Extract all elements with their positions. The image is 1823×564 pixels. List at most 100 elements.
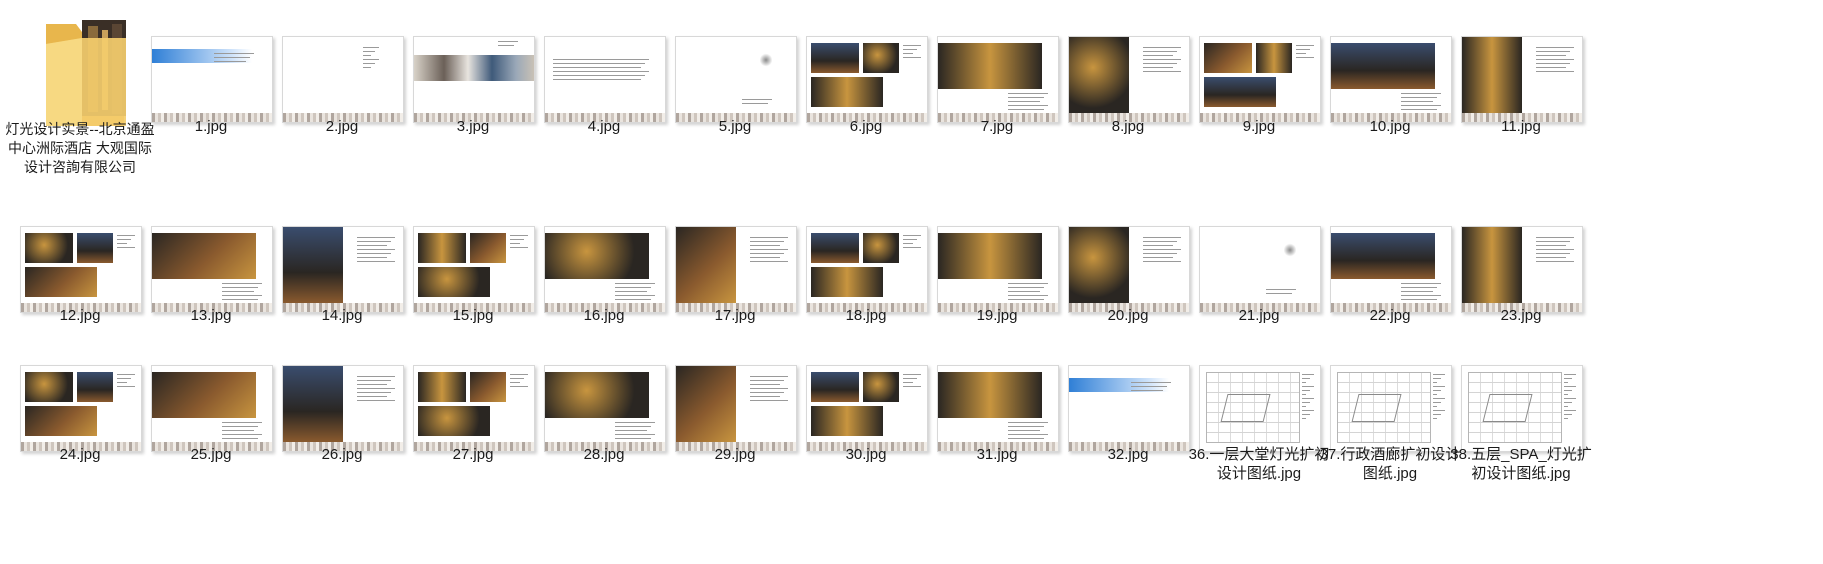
- thumbnail-text-line: [615, 426, 651, 427]
- thumbnail-text-line: [1433, 402, 1441, 403]
- thumbnail-text-line: [1302, 386, 1314, 387]
- thumbnail-text-line: [1564, 374, 1576, 375]
- thumbnail-text-line: [1564, 398, 1576, 399]
- file-name: 36.一层大堂灯光扩初设计图纸.jpg: [1188, 446, 1330, 482]
- thumbnail-text-line: [1564, 394, 1568, 395]
- file-tile[interactable]: 37.行政酒廊扩初设计图纸.jpg: [1314, 0, 1466, 564]
- thumbnail-text-line: [1131, 382, 1171, 383]
- thumbnail-text-line: [1008, 434, 1048, 435]
- file-tile[interactable]: 38.五层_SPA_灯光扩初设计图纸.jpg: [1445, 0, 1597, 564]
- file-tile[interactable]: 24.jpg: [4, 0, 156, 564]
- thumbnail-text-line: [1433, 398, 1445, 399]
- thumbnail-text-line: [1302, 374, 1314, 375]
- thumbnail-text-line: [1564, 402, 1572, 403]
- thumbnail-text-line: [510, 374, 528, 375]
- thumbnail-text-line: [615, 430, 647, 431]
- file-name: 27.jpg: [452, 446, 494, 463]
- file-tile[interactable]: 25.jpg: [135, 0, 287, 564]
- file-thumbnail: [1461, 365, 1583, 452]
- thumbnail-text-line: [117, 382, 127, 383]
- thumbnail-text-line: [1564, 378, 1572, 379]
- thumbnail-text-line: [1564, 382, 1568, 383]
- thumbnail-text-line: [1433, 374, 1445, 375]
- thumbnail-text-line: [1302, 390, 1310, 391]
- thumbnail-photo: [938, 372, 1042, 418]
- thumbnail-photo: [152, 372, 256, 418]
- file-thumbnail: [937, 365, 1059, 452]
- thumbnail-text-line: [1302, 382, 1306, 383]
- thumbnail-text-line: [1302, 378, 1310, 379]
- file-name: 31.jpg: [976, 446, 1018, 463]
- thumbnail-text-line: [750, 400, 788, 401]
- thumbnail-text-line: [750, 380, 784, 381]
- thumbnail-text-line: [357, 376, 395, 377]
- thumbnail-text-line: [222, 426, 258, 427]
- thumbnail-text-line: [750, 384, 780, 385]
- thumbnail-text-line: [750, 392, 784, 393]
- thumbnail-text-line: [357, 392, 391, 393]
- file-thumbnail: [1330, 365, 1452, 452]
- thumbnail-text-line: [222, 422, 262, 423]
- file-tile[interactable]: 29.jpg: [659, 0, 811, 564]
- thumbnail-text-line: [615, 438, 651, 439]
- thumbnail-text-line: [117, 374, 135, 375]
- file-name: 30.jpg: [845, 446, 887, 463]
- thumbnail-text-line: [1564, 386, 1576, 387]
- thumbnail-photo: [283, 366, 343, 442]
- file-tile[interactable]: 28.jpg: [528, 0, 680, 564]
- thumbnail-text-line: [117, 378, 131, 379]
- thumbnail-photo: [811, 372, 859, 402]
- thumbnail-text-line: [357, 384, 387, 385]
- thumbnail-text-line: [750, 376, 788, 377]
- thumbnail-text-line: [222, 430, 254, 431]
- file-tile[interactable]: 30.jpg: [790, 0, 942, 564]
- file-thumbnail: [544, 365, 666, 452]
- thumbnail-text-line: [510, 378, 524, 379]
- thumbnail-text-line: [903, 382, 913, 383]
- thumbnail-text-line: [222, 438, 258, 439]
- thumbnail-drawing: [1337, 372, 1431, 443]
- thumbnail-text-line: [1564, 414, 1572, 415]
- thumbnail-text-line: [1433, 414, 1441, 415]
- thumbnail-photo: [545, 372, 649, 418]
- thumbnail-photo: [676, 366, 736, 442]
- thumbnail-text-line: [1433, 386, 1445, 387]
- thumbnail-drawing: [1468, 372, 1562, 443]
- thumbnail-text-line: [1302, 394, 1306, 395]
- thumbnail-drawing: [1206, 372, 1300, 443]
- thumbnail-text-line: [750, 388, 788, 389]
- thumbnail-photo: [811, 406, 883, 436]
- thumbnail-photo: [25, 406, 97, 436]
- thumbnail-text-line: [1564, 390, 1572, 391]
- file-thumbnail: [675, 365, 797, 452]
- file-name: 25.jpg: [190, 446, 232, 463]
- file-name: 24.jpg: [59, 446, 101, 463]
- file-name: 37.行政酒廊扩初设计图纸.jpg: [1319, 446, 1461, 482]
- file-tile[interactable]: 31.jpg: [921, 0, 1073, 564]
- thumbnail-text-line: [615, 422, 655, 423]
- thumbnail-text-line: [903, 378, 917, 379]
- file-tile[interactable]: 32.jpg: [1052, 0, 1204, 564]
- file-tile[interactable]: 27.jpg: [397, 0, 549, 564]
- thumbnail-photo: [418, 372, 466, 402]
- thumbnail-text-line: [1433, 378, 1441, 379]
- thumbnail-photo: [25, 372, 73, 402]
- thumbnail-text-line: [1564, 406, 1568, 407]
- thumbnail-text-line: [1433, 390, 1441, 391]
- file-name: 29.jpg: [714, 446, 756, 463]
- file-tile[interactable]: 26.jpg: [266, 0, 418, 564]
- file-grid: 灯光设计实景--北京通盈中心洲际酒店 大观国际设计咨詢有限公司 1.jpg 2.j…: [0, 0, 1823, 564]
- thumbnail-text-line: [615, 434, 655, 435]
- thumbnail-text-line: [1302, 398, 1314, 399]
- thumbnail-text-line: [357, 396, 387, 397]
- thumbnail-text-line: [1433, 394, 1437, 395]
- thumbnail-text-line: [903, 374, 921, 375]
- thumbnail-text-line: [1564, 418, 1568, 419]
- thumbnail-text-line: [1302, 410, 1314, 411]
- thumbnail-text-line: [357, 388, 395, 389]
- thumbnail-text-line: [1008, 430, 1040, 431]
- file-thumbnail: [413, 365, 535, 452]
- file-name: 28.jpg: [583, 446, 625, 463]
- thumbnail-text-line: [1302, 414, 1310, 415]
- file-tile[interactable]: 36.一层大堂灯光扩初设计图纸.jpg: [1183, 0, 1335, 564]
